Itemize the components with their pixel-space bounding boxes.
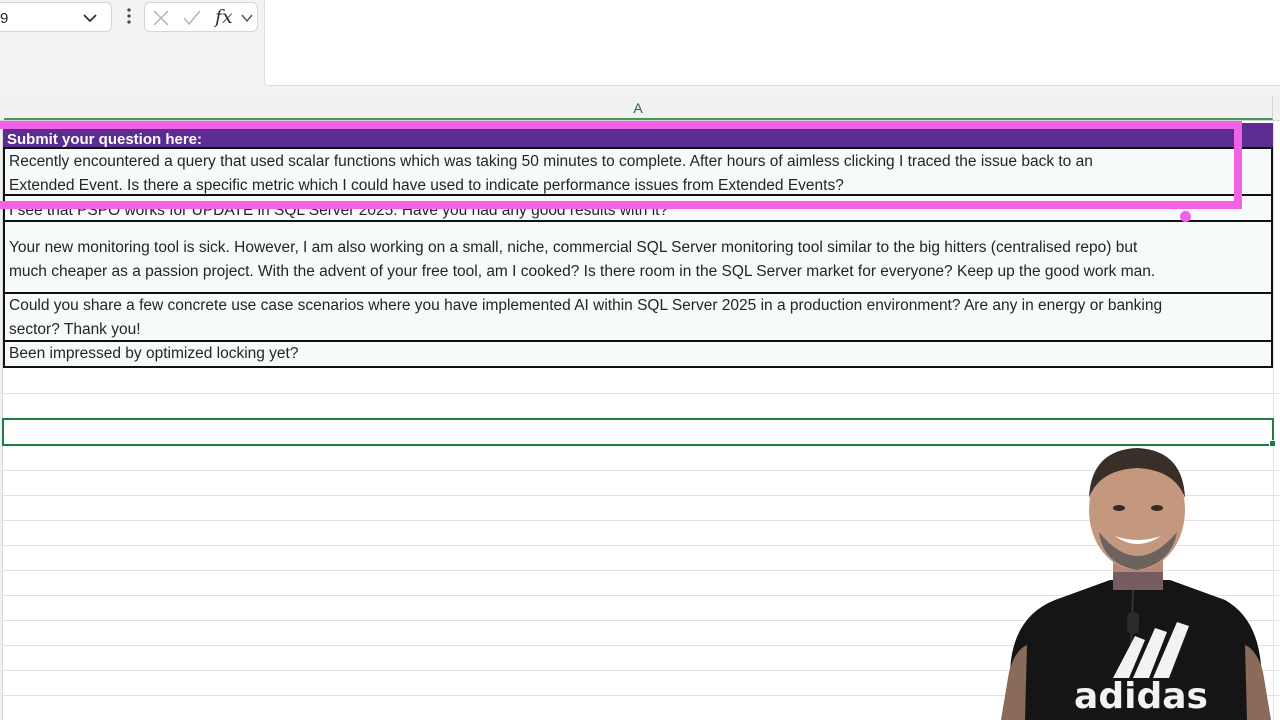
formula-buttons: fx [144, 2, 258, 32]
question-line: Your new monitoring tool is sick. Howeve… [9, 239, 1138, 256]
highlight-pointer-dot [1180, 211, 1191, 222]
formula-input[interactable] [264, 0, 1280, 86]
column-header-bar: A [0, 96, 1280, 121]
insert-function-button[interactable]: fx [215, 6, 233, 28]
check-icon[interactable] [183, 10, 201, 26]
question-line: sector? Thank you! [9, 321, 141, 338]
table-row[interactable]: Been impressed by optimized locking yet? [3, 342, 1273, 368]
name-box[interactable]: 9 [0, 2, 112, 32]
shirt-logo: adidas [1074, 676, 1208, 717]
question-line: Could you share a few concrete use case … [9, 297, 1163, 314]
highlight-rectangle [0, 121, 1242, 209]
chevron-down-icon[interactable] [83, 11, 97, 25]
question-line: Been impressed by optimized locking yet? [9, 345, 299, 362]
table-row[interactable]: Could you share a few concrete use case … [3, 294, 1273, 342]
more-options-icon[interactable] [122, 7, 136, 25]
column-header-next[interactable] [1273, 96, 1280, 120]
name-box-value: 9 [0, 10, 9, 27]
cancel-icon[interactable] [153, 10, 169, 26]
webcam-presenter: adidas [1001, 448, 1271, 720]
table-row[interactable]: Your new monitoring tool is sick. Howeve… [3, 222, 1273, 294]
question-line: much cheaper as a passion project. With … [9, 263, 1156, 280]
formula-bar: 9 fx [0, 0, 1280, 96]
gridline [3, 393, 1280, 394]
chevron-down-icon[interactable] [241, 12, 253, 24]
column-header-a[interactable]: A [4, 96, 1273, 120]
